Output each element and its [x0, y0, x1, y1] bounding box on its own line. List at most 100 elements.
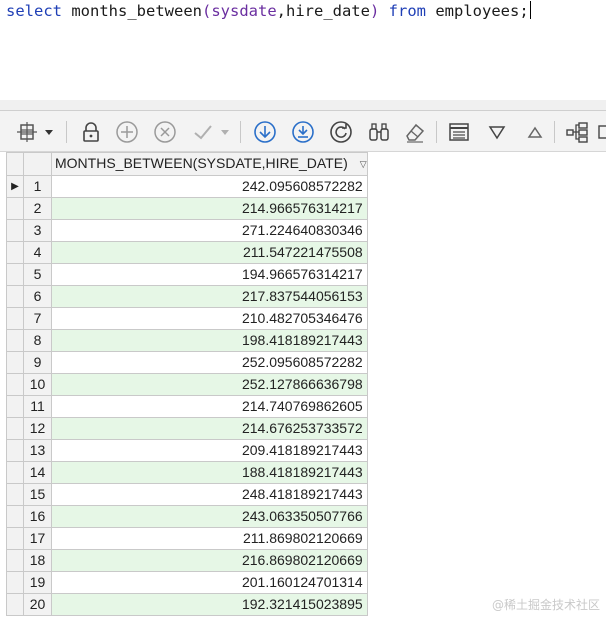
row-indicator[interactable]	[6, 351, 24, 374]
lock-icon[interactable]	[78, 119, 104, 145]
cell-value[interactable]: 188.418189217443	[51, 461, 368, 484]
grid-layout-icon[interactable]	[14, 119, 40, 145]
column-header[interactable]: MONTHS_BETWEEN(SYSDATE,HIRE_DATE) ▽	[51, 152, 368, 176]
row-indicator[interactable]	[6, 329, 24, 352]
row-indicator[interactable]	[6, 461, 24, 484]
fetch-all-icon[interactable]	[290, 119, 316, 145]
cell-value[interactable]: 248.418189217443	[51, 483, 368, 506]
refresh-icon[interactable]	[328, 119, 354, 145]
row-number[interactable]: 3	[23, 219, 52, 242]
cell-value[interactable]: 252.095608572282	[51, 351, 368, 374]
table-row[interactable]: 5 194.966576314217	[6, 263, 368, 286]
cell-value[interactable]: 214.676253733572	[51, 417, 368, 440]
row-number[interactable]: 19	[23, 571, 52, 594]
single-record-icon[interactable]	[446, 119, 472, 145]
cell-value[interactable]: 271.224640830346	[51, 219, 368, 242]
row-indicator[interactable]	[6, 307, 24, 330]
row-number[interactable]: 6	[23, 285, 52, 308]
sort-indicator-icon[interactable]: ▽	[360, 154, 367, 175]
table-row[interactable]: 15 248.418189217443	[6, 483, 368, 506]
cell-value[interactable]: 214.966576314217	[51, 197, 368, 220]
row-number[interactable]: 2	[23, 197, 52, 220]
row-number[interactable]: 9	[23, 351, 52, 374]
table-row[interactable]: 16 243.063350507766	[6, 505, 368, 528]
row-number[interactable]: 5	[23, 263, 52, 286]
row-number[interactable]: 13	[23, 439, 52, 462]
delete-row-icon[interactable]	[152, 119, 178, 145]
row-number-header[interactable]	[23, 152, 52, 176]
row-number[interactable]: 20	[23, 593, 52, 616]
row-indicator[interactable]	[6, 373, 24, 396]
row-indicator[interactable]	[6, 417, 24, 440]
fetch-next-icon[interactable]	[252, 119, 278, 145]
table-row[interactable]: 19 201.160124701314	[6, 571, 368, 594]
row-indicator[interactable]	[6, 527, 24, 550]
clear-icon[interactable]	[402, 119, 428, 145]
sql-code-line[interactable]: select months_between(sysdate,hire_date)…	[6, 0, 532, 22]
table-row[interactable]: 14 188.418189217443	[6, 461, 368, 484]
row-number[interactable]: 15	[23, 483, 52, 506]
row-number[interactable]: 1	[23, 175, 52, 198]
cell-value[interactable]: 201.160124701314	[51, 571, 368, 594]
cell-value[interactable]: 252.127866636798	[51, 373, 368, 396]
row-indicator[interactable]	[6, 241, 24, 264]
row-number[interactable]: 11	[23, 395, 52, 418]
row-number[interactable]: 4	[23, 241, 52, 264]
sql-editor[interactable]: select months_between(sysdate,hire_date)…	[0, 0, 606, 101]
row-indicator[interactable]	[6, 593, 24, 616]
row-indicator[interactable]	[6, 549, 24, 572]
row-indicator[interactable]	[6, 395, 24, 418]
table-row[interactable]: 11 214.740769862605	[6, 395, 368, 418]
dropdown-arrow-icon[interactable]	[42, 119, 56, 145]
cell-value[interactable]: 216.869802120669	[51, 549, 368, 572]
sort-icon[interactable]	[522, 119, 548, 145]
row-indicator[interactable]	[6, 197, 24, 220]
table-row[interactable]: 3 271.224640830346	[6, 219, 368, 242]
row-indicator[interactable]	[6, 571, 24, 594]
commit-check-icon[interactable]	[190, 119, 216, 145]
table-row[interactable]: 12 214.676253733572	[6, 417, 368, 440]
grid-corner[interactable]	[6, 152, 24, 176]
add-row-icon[interactable]	[114, 119, 140, 145]
row-number[interactable]: 8	[23, 329, 52, 352]
splitter[interactable]	[0, 100, 606, 111]
row-indicator[interactable]	[6, 263, 24, 286]
table-row[interactable]: 10 252.127866636798	[6, 373, 368, 396]
row-number[interactable]: 16	[23, 505, 52, 528]
table-row[interactable]: 4 211.547221475508	[6, 241, 368, 264]
table-row[interactable]: 6 217.837544056153	[6, 285, 368, 308]
row-number[interactable]: 18	[23, 549, 52, 572]
table-row[interactable]: ▶ 1 242.095608572282	[6, 175, 368, 198]
cell-value[interactable]: 194.966576314217	[51, 263, 368, 286]
result-grid[interactable]: MONTHS_BETWEEN(SYSDATE,HIRE_DATE) ▽ ▶ 1 242…	[6, 152, 368, 616]
cell-value[interactable]: 243.063350507766	[51, 505, 368, 528]
row-indicator[interactable]	[6, 439, 24, 462]
row-number[interactable]: 10	[23, 373, 52, 396]
row-number[interactable]: 14	[23, 461, 52, 484]
table-row[interactable]: 20 192.321415023895	[6, 593, 368, 616]
cell-value[interactable]: 211.547221475508	[51, 241, 368, 264]
cell-value[interactable]: 217.837544056153	[51, 285, 368, 308]
table-row[interactable]: 13 209.418189217443	[6, 439, 368, 462]
table-row[interactable]: 2 214.966576314217	[6, 197, 368, 220]
more-tools-icon[interactable]	[596, 119, 606, 145]
row-indicator[interactable]: ▶	[6, 175, 24, 198]
row-number[interactable]: 17	[23, 527, 52, 550]
row-indicator[interactable]	[6, 483, 24, 506]
cell-value[interactable]: 210.482705346476	[51, 307, 368, 330]
table-row[interactable]: 7 210.482705346476	[6, 307, 368, 330]
commit-dropdown-icon[interactable]	[218, 119, 232, 145]
filter-icon[interactable]	[484, 119, 510, 145]
cell-value[interactable]: 198.418189217443	[51, 329, 368, 352]
cell-value[interactable]: 242.095608572282	[51, 175, 368, 198]
row-indicator[interactable]	[6, 505, 24, 528]
find-icon[interactable]	[366, 119, 392, 145]
row-indicator[interactable]	[6, 285, 24, 308]
table-row[interactable]: 17 211.869802120669	[6, 527, 368, 550]
row-number[interactable]: 12	[23, 417, 52, 440]
row-number[interactable]: 7	[23, 307, 52, 330]
cell-value[interactable]: 192.321415023895	[51, 593, 368, 616]
cell-value[interactable]: 214.740769862605	[51, 395, 368, 418]
query-builder-icon[interactable]	[564, 119, 590, 145]
cell-value[interactable]: 211.869802120669	[51, 527, 368, 550]
